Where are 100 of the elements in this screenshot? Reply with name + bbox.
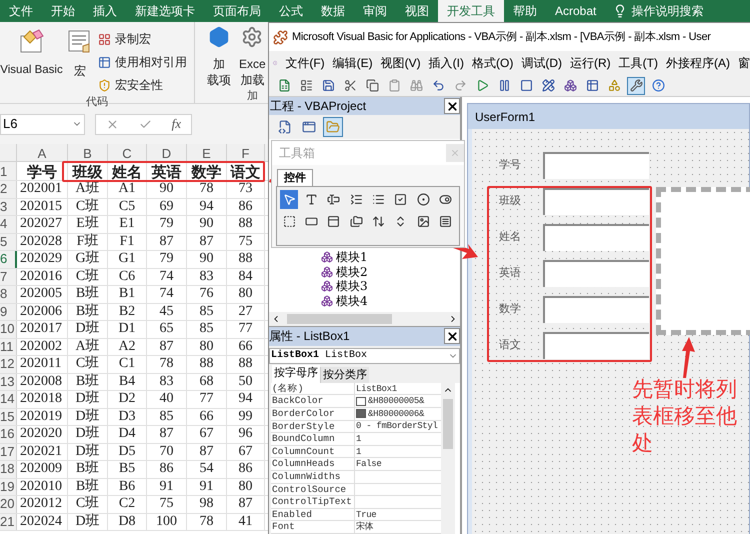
row-header[interactable]: 8 [0, 286, 17, 302]
text-box[interactable] [543, 188, 649, 214]
menu-item[interactable]: 编辑(E) [332, 54, 373, 72]
row-header[interactable]: 21 [0, 514, 17, 530]
menu-item[interactable]: 插入(I) [428, 54, 464, 72]
row-header[interactable]: 10 [0, 321, 17, 338]
ribbon-tab[interactable]: 文件 [0, 0, 42, 22]
ribbon-tab[interactable]: 视图 [396, 0, 438, 22]
check-icon[interactable] [138, 118, 152, 130]
tree-item[interactable]: 模块3 [321, 278, 460, 294]
table-cell: 73 [227, 181, 265, 198]
close-button[interactable] [444, 328, 460, 344]
toolbox-icon[interactable] [627, 76, 645, 94]
row-header[interactable]: 1 [0, 162, 17, 180]
ribbon-tab[interactable]: Acrobat [546, 0, 606, 22]
row-header[interactable]: 15 [0, 408, 17, 425]
text-box[interactable] [543, 224, 649, 250]
row-header[interactable]: 6 [0, 251, 17, 268]
ribbon-command[interactable]: 录制宏 [98, 30, 187, 48]
add-ins-button[interactable]: 加 载项 [207, 26, 231, 88]
column-header[interactable]: A [17, 144, 68, 161]
row-header[interactable]: 17 [0, 444, 17, 460]
ribbon-command[interactable]: 使用相对引用 [98, 53, 187, 71]
table-cell: 80 [187, 338, 227, 355]
menu-item[interactable]: 工具(T) [618, 54, 658, 72]
cancel-icon[interactable] [106, 118, 119, 130]
tree-item[interactable]: 模块2 [321, 264, 460, 279]
row-header[interactable]: 20 [0, 496, 17, 512]
menu-item[interactable]: 窗 [738, 54, 750, 72]
table-cell: 202010 [17, 478, 68, 495]
menu-item[interactable]: 外接程序(A) [666, 54, 730, 72]
macros-button[interactable]: 宏 [62, 28, 98, 94]
row-header[interactable]: 11 [0, 338, 17, 355]
ribbon-tab[interactable]: 审阅 [354, 0, 396, 22]
table-cell: D班 [68, 408, 108, 425]
function-icon[interactable]: fx [172, 114, 182, 134]
ribbon-tab[interactable]: 开始 [42, 0, 84, 22]
text-box[interactable] [543, 332, 649, 358]
object-dropdown[interactable]: ListBox1 ListBox [269, 348, 460, 364]
vertical-scrollbar[interactable] [441, 382, 455, 534]
text-box[interactable] [543, 152, 649, 178]
row-header[interactable]: 7 [0, 268, 17, 285]
row-header[interactable]: 3 [0, 198, 17, 215]
scrollbar-thumb[interactable] [443, 398, 453, 449]
row-header[interactable]: 5 [0, 234, 17, 250]
scrollbar-thumb[interactable] [287, 314, 392, 324]
ribbon-tab[interactable]: 页面布局 [204, 0, 270, 22]
row-header[interactable]: 14 [0, 391, 17, 408]
menu-item[interactable]: 文件(F) [285, 54, 325, 72]
menu-item[interactable]: 调试(D) [521, 54, 562, 72]
property-name: ControlTipText [271, 496, 355, 508]
table-cell: 202027 [17, 216, 68, 232]
column-header[interactable]: D [147, 144, 187, 161]
folder-icon[interactable] [323, 117, 343, 137]
properties-tab[interactable]: 按字母序 [272, 364, 320, 383]
column-header[interactable]: B [68, 144, 108, 161]
table-cell: 90 [187, 216, 227, 232]
excel-add-ins-button[interactable]: Exce 加载 [239, 26, 266, 88]
row-header[interactable]: 18 [0, 461, 17, 478]
tree-item[interactable]: 模块1 [321, 250, 460, 264]
column-header[interactable]: E [187, 144, 227, 161]
toolbox-tab[interactable]: 控件 [277, 169, 313, 186]
ribbon-tab[interactable]: 公式 [270, 0, 312, 22]
menu-item[interactable]: 视图(V) [380, 54, 421, 72]
table-cell: 76 [187, 286, 227, 302]
pointer-icon[interactable] [280, 190, 298, 209]
menu-item[interactable]: 运行(R) [570, 54, 611, 72]
properties-tab[interactable]: 按分类序 [320, 366, 369, 383]
table-cell: 85 [147, 408, 187, 425]
ribbon-tab[interactable]: 新建选项卡 [126, 0, 204, 22]
ribbon-tab[interactable]: 帮助 [504, 0, 546, 22]
row-header[interactable]: 19 [0, 478, 17, 495]
text-box[interactable] [543, 260, 649, 286]
tree-item[interactable]: 模块4 [321, 293, 460, 308]
menu-item[interactable]: 格式(O) [472, 54, 514, 72]
table-cell: 88 [227, 356, 265, 372]
property-value: 0 - fmBorderStyl [356, 420, 438, 432]
column-header[interactable]: C [108, 144, 147, 161]
horizontal-scrollbar[interactable] [269, 312, 460, 326]
column-header[interactable]: F [227, 144, 265, 161]
ribbon-tab[interactable]: 开发工具 [438, 0, 504, 22]
row-header[interactable]: 16 [0, 426, 17, 442]
visual-basic-button[interactable]: Visual Basic [0, 28, 62, 94]
text-box[interactable] [543, 296, 649, 322]
name-box[interactable]: L6 [0, 114, 85, 134]
row-header[interactable]: 13 [0, 374, 17, 390]
ribbon-command[interactable]: 宏安全性 [98, 76, 187, 94]
close-button[interactable] [444, 98, 460, 114]
row-header[interactable]: 9 [0, 304, 17, 320]
row-header[interactable]: 12 [0, 356, 17, 372]
table-cell: 90 [187, 251, 227, 268]
table-cell: D5 [108, 444, 147, 460]
table-cell: 67 [187, 426, 227, 442]
ribbon-tab[interactable]: 插入 [84, 0, 126, 22]
table-cell: 202006 [17, 304, 68, 320]
row-header[interactable]: 2 [0, 181, 17, 198]
ribbon-tab[interactable]: 数据 [312, 0, 354, 22]
table-cell: 88 [227, 216, 265, 232]
row-header[interactable]: 4 [0, 216, 17, 232]
tell-me-search[interactable]: 操作说明搜索 [631, 2, 704, 20]
